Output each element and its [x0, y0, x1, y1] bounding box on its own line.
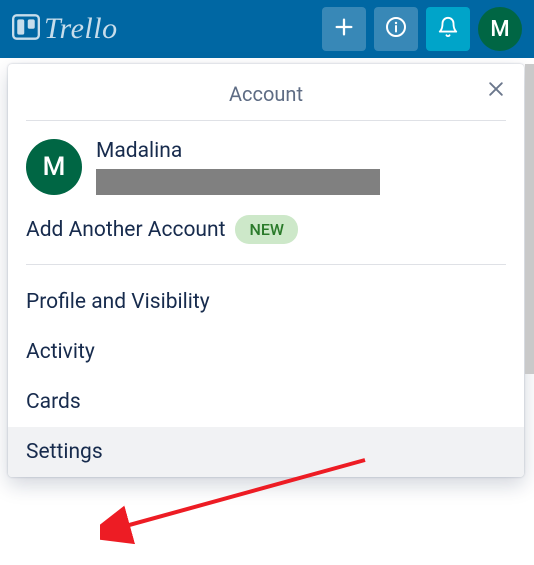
- user-avatar-button[interactable]: M: [478, 7, 522, 51]
- account-menu: Profile and Visibility Activity Cards Se…: [8, 265, 524, 477]
- trello-board-icon: [12, 13, 40, 45]
- user-avatar: M: [26, 139, 82, 195]
- plus-icon: [333, 16, 355, 42]
- scrollbar-thumb[interactable]: [525, 64, 534, 374]
- menu-activity[interactable]: Activity: [8, 327, 524, 377]
- notifications-button[interactable]: [426, 7, 470, 51]
- panel-header: Account: [8, 64, 524, 120]
- new-badge: NEW: [235, 215, 297, 244]
- panel-title: Account: [229, 82, 303, 106]
- close-icon: [486, 79, 506, 105]
- user-email-redacted: [96, 169, 380, 195]
- trello-logo-text: Trello: [44, 12, 118, 46]
- bell-icon: [437, 16, 459, 42]
- add-account-label: Add Another Account: [26, 218, 225, 242]
- user-avatar-initial: M: [43, 152, 66, 182]
- info-button[interactable]: [374, 7, 418, 51]
- close-button[interactable]: [482, 78, 510, 106]
- current-user: M Madalina: [8, 121, 524, 205]
- add-another-account[interactable]: Add Another Account NEW: [8, 205, 524, 264]
- account-panel: Account M Madalina Add Another Account N…: [8, 64, 524, 477]
- menu-settings[interactable]: Settings: [8, 427, 524, 477]
- menu-profile-visibility[interactable]: Profile and Visibility: [8, 277, 524, 327]
- trello-logo[interactable]: Trello: [12, 12, 118, 46]
- avatar-initial: M: [490, 17, 509, 42]
- menu-cards[interactable]: Cards: [8, 377, 524, 427]
- info-icon: [384, 15, 408, 43]
- topbar: Trello M: [0, 0, 534, 58]
- user-name: Madalina: [96, 139, 380, 163]
- create-button[interactable]: [322, 7, 366, 51]
